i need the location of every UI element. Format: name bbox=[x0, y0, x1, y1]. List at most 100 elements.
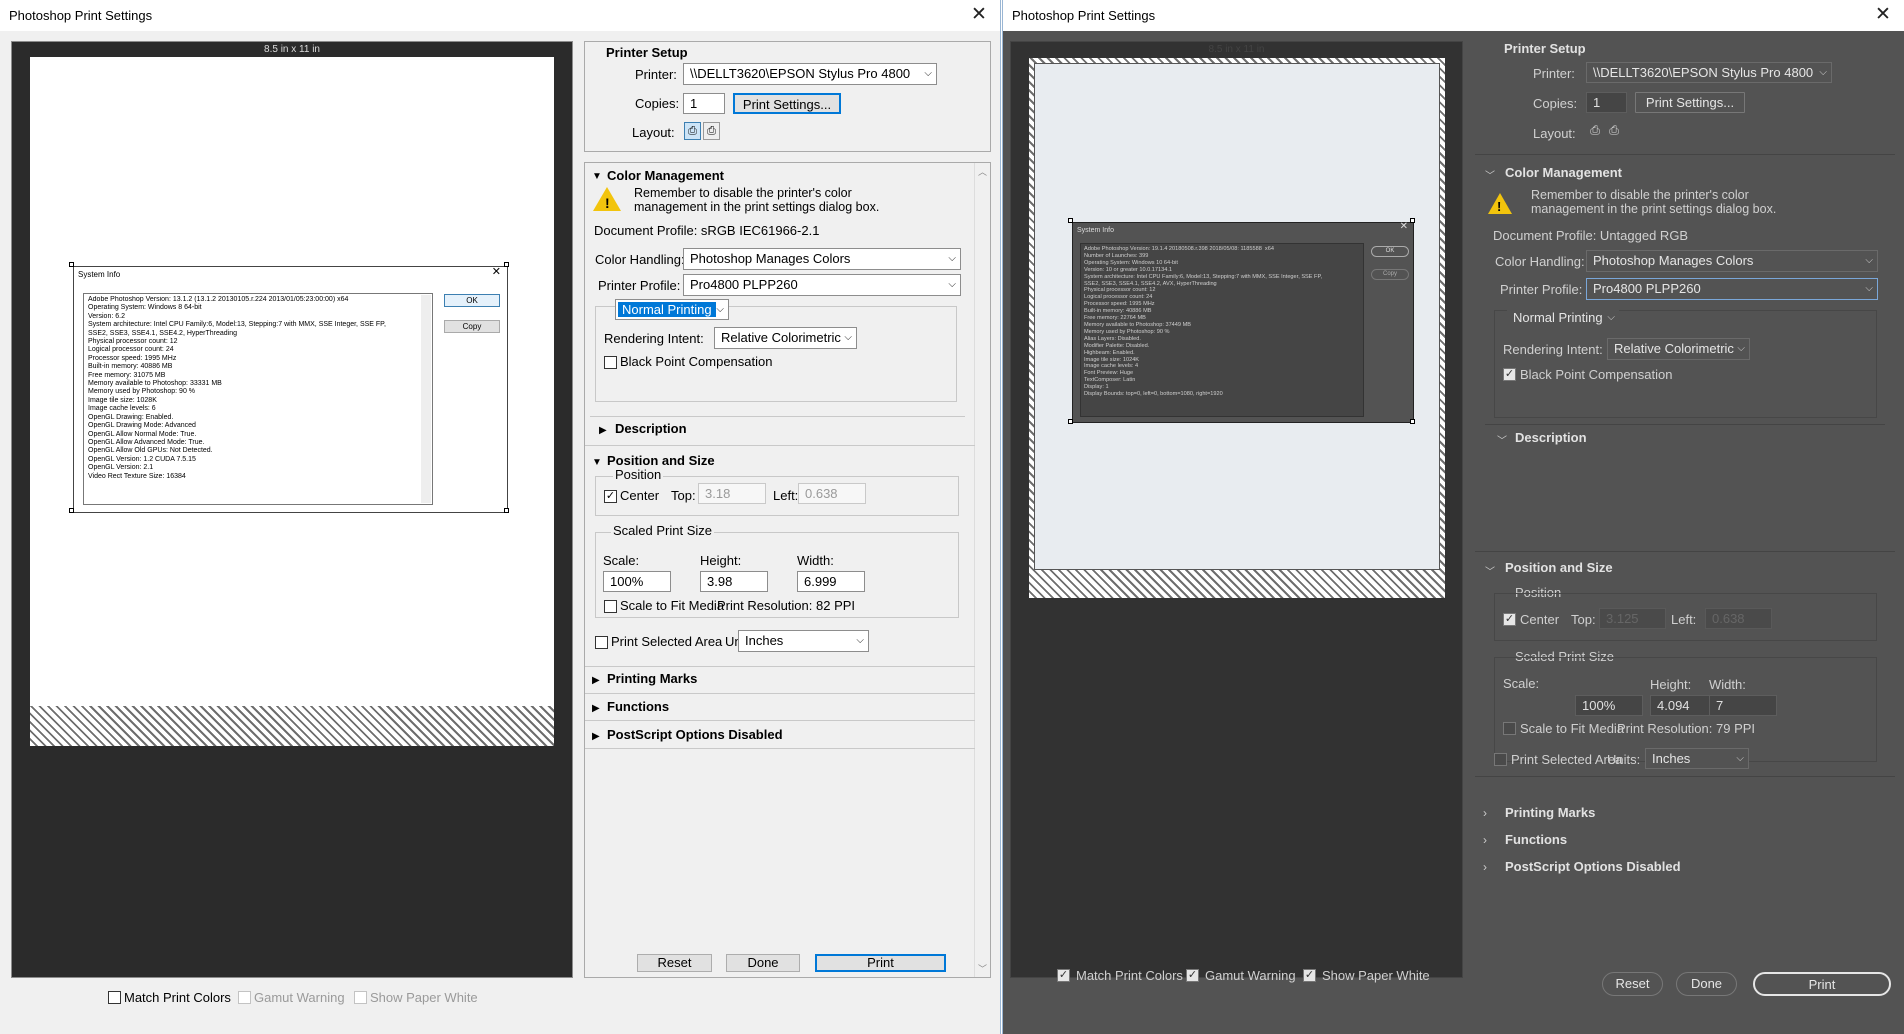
description-header[interactable]: Description bbox=[1515, 430, 1587, 445]
normal-printing-dropdown[interactable]: Normal Printing ⌵ bbox=[615, 299, 729, 320]
scale-input[interactable]: 100% bbox=[603, 571, 671, 592]
top-input[interactable]: 3.18 bbox=[698, 483, 766, 504]
printer-profile-dropdown[interactable]: Pro4800 PLPP260 ⌵ bbox=[1586, 278, 1878, 300]
expand-chevron-icon[interactable]: › bbox=[1483, 833, 1487, 847]
rendering-intent-dropdown[interactable]: Relative Colorimetric ⌵ bbox=[714, 327, 857, 349]
description-header[interactable]: Description bbox=[615, 421, 687, 436]
gamut-warning-checkbox[interactable] bbox=[238, 991, 251, 1004]
resize-handle[interactable] bbox=[1068, 419, 1073, 424]
top-input[interactable]: 3.125 bbox=[1599, 608, 1666, 629]
position-size-header[interactable]: Position and Size bbox=[1505, 560, 1613, 575]
landscape-layout-icon[interactable]: ⎙ bbox=[1606, 123, 1622, 140]
expand-triangle-icon[interactable]: ▶ bbox=[592, 675, 600, 686]
document-profile: Document Profile: Untagged RGB bbox=[1493, 228, 1689, 243]
scroll-up-icon[interactable]: ︿ bbox=[978, 165, 987, 178]
resize-handle[interactable] bbox=[504, 508, 509, 513]
printer-profile-value: Pro4800 PLPP260 bbox=[1593, 281, 1701, 296]
height-input[interactable]: 4.094 bbox=[1650, 695, 1718, 716]
print-button[interactable]: Print bbox=[1753, 972, 1891, 996]
copies-label: Copies: bbox=[635, 96, 680, 111]
print-selected-area-checkbox[interactable] bbox=[595, 636, 608, 649]
resize-handle[interactable] bbox=[504, 262, 509, 267]
printer-dropdown[interactable]: \\DELLT3620\EPSON Stylus Pro 4800 ⌵ bbox=[1586, 62, 1832, 83]
left-input[interactable]: 0.638 bbox=[798, 483, 866, 504]
match-print-colors-checkbox[interactable] bbox=[108, 991, 121, 1004]
printer-profile-dropdown[interactable]: Pro4800 PLPP260 ⌵ bbox=[683, 274, 961, 296]
expand-triangle-icon[interactable]: ▶ bbox=[592, 703, 600, 714]
black-point-compensation-checkbox[interactable]: ✓ bbox=[1503, 368, 1516, 381]
gamut-warning-checkbox[interactable]: ✓ bbox=[1186, 969, 1199, 982]
normal-printing-dropdown[interactable]: Normal Printing ⌵ bbox=[1507, 308, 1619, 329]
center-label: Center bbox=[620, 488, 660, 503]
portrait-layout-icon[interactable]: ⎙ bbox=[1587, 123, 1603, 140]
print-preview-area: 8.5 in x 11 in System Info ✕ Adobe Photo… bbox=[1010, 41, 1463, 978]
scale-to-fit-checkbox[interactable] bbox=[1503, 722, 1516, 735]
color-handling-dropdown[interactable]: Photoshop Manages Colors ⌵ bbox=[683, 248, 961, 270]
print-button[interactable]: Print bbox=[815, 954, 946, 972]
done-button[interactable]: Done bbox=[726, 954, 800, 972]
left-input[interactable]: 0.638 bbox=[1705, 608, 1772, 629]
printing-marks-header[interactable]: Printing Marks bbox=[1505, 805, 1595, 820]
collapse-chevron-icon[interactable]: ﹀ bbox=[1485, 563, 1495, 578]
color-handling-dropdown[interactable]: Photoshop Manages Colors ⌵ bbox=[1586, 250, 1878, 272]
print-settings-button[interactable]: Print Settings... bbox=[733, 93, 841, 114]
expand-chevron-icon[interactable]: › bbox=[1483, 860, 1487, 874]
black-point-compensation-label: Black Point Compensation bbox=[620, 354, 773, 369]
width-input[interactable]: 6.999 bbox=[797, 571, 865, 592]
warning-text: Remember to disable the printer's color … bbox=[634, 186, 880, 214]
functions-header[interactable]: Functions bbox=[1505, 832, 1567, 847]
center-checkbox[interactable]: ✓ bbox=[604, 490, 617, 503]
copies-input[interactable]: 1 bbox=[683, 93, 725, 114]
print-selected-area-checkbox[interactable] bbox=[1494, 753, 1507, 766]
reset-button[interactable]: Reset bbox=[1602, 972, 1663, 996]
show-paper-white-checkbox[interactable] bbox=[354, 991, 367, 1004]
expand-triangle-icon[interactable]: ▶ bbox=[592, 731, 600, 742]
scale-to-fit-checkbox[interactable] bbox=[604, 600, 617, 613]
copies-input[interactable]: 1 bbox=[1586, 92, 1627, 113]
landscape-layout-icon[interactable]: ⎙ bbox=[703, 122, 720, 140]
expand-chevron-icon[interactable]: › bbox=[1483, 806, 1487, 820]
reset-button[interactable]: Reset bbox=[637, 954, 712, 972]
color-management-header[interactable]: Color Management bbox=[607, 168, 724, 183]
position-size-header[interactable]: Position and Size bbox=[607, 453, 715, 468]
resize-handle[interactable] bbox=[69, 508, 74, 513]
printing-marks-header[interactable]: Printing Marks bbox=[607, 671, 697, 686]
scale-input[interactable]: 100% bbox=[1575, 695, 1643, 716]
expand-triangle-icon[interactable]: ▶ bbox=[599, 425, 607, 436]
settings-scrollbar[interactable]: ︿ ﹀ bbox=[974, 163, 990, 977]
functions-header[interactable]: Functions bbox=[607, 699, 669, 714]
color-management-header[interactable]: Color Management bbox=[1505, 165, 1622, 180]
match-print-colors-checkbox[interactable]: ✓ bbox=[1057, 969, 1070, 982]
preview-image[interactable]: System Info ✕ Adobe Photoshop Version: 1… bbox=[1072, 221, 1414, 423]
units-dropdown[interactable]: Inches ⌵ bbox=[1645, 748, 1749, 769]
collapse-triangle-icon[interactable]: ▼ bbox=[592, 457, 602, 468]
units-dropdown[interactable]: Inches ⌵ bbox=[738, 630, 869, 652]
resize-handle[interactable] bbox=[1410, 419, 1415, 424]
show-paper-white-checkbox[interactable]: ✓ bbox=[1303, 969, 1316, 982]
scroll-down-icon[interactable]: ﹀ bbox=[978, 962, 987, 975]
close-icon[interactable]: ✕ bbox=[968, 4, 990, 26]
postscript-header[interactable]: PostScript Options Disabled bbox=[607, 727, 783, 742]
collapse-chevron-icon[interactable]: ﹀ bbox=[1485, 167, 1495, 182]
show-paper-white-label: Show Paper White bbox=[1322, 968, 1430, 983]
width-input[interactable]: 7 bbox=[1709, 695, 1777, 716]
collapse-chevron-icon[interactable]: ﹀ bbox=[1497, 432, 1507, 447]
collapse-triangle-icon[interactable]: ▼ bbox=[592, 171, 602, 182]
preview-image[interactable]: System Info ✕ Adobe Photoshop Version: 1… bbox=[73, 266, 508, 513]
close-icon[interactable]: ✕ bbox=[1872, 4, 1894, 26]
resize-handle[interactable] bbox=[1410, 218, 1415, 223]
postscript-header[interactable]: PostScript Options Disabled bbox=[1505, 859, 1681, 874]
done-button[interactable]: Done bbox=[1676, 972, 1737, 996]
sysinfo-close-icon: ✕ bbox=[491, 266, 501, 278]
height-input[interactable]: 3.98 bbox=[700, 571, 768, 592]
chevron-down-icon: ⌵ bbox=[924, 68, 932, 79]
resize-handle[interactable] bbox=[1068, 218, 1073, 223]
center-checkbox[interactable]: ✓ bbox=[1503, 613, 1516, 626]
print-settings-button[interactable]: Print Settings... bbox=[1635, 92, 1745, 113]
black-point-compensation-checkbox[interactable] bbox=[604, 356, 617, 369]
resize-handle[interactable] bbox=[69, 262, 74, 267]
rendering-intent-dropdown[interactable]: Relative Colorimetric ⌵ bbox=[1607, 338, 1750, 360]
printer-dropdown[interactable]: \\DELLT3620\EPSON Stylus Pro 4800 ⌵ bbox=[683, 63, 937, 85]
portrait-layout-icon[interactable]: ⎙ bbox=[684, 122, 701, 140]
printer-value: \\DELLT3620\EPSON Stylus Pro 4800 bbox=[690, 66, 911, 81]
